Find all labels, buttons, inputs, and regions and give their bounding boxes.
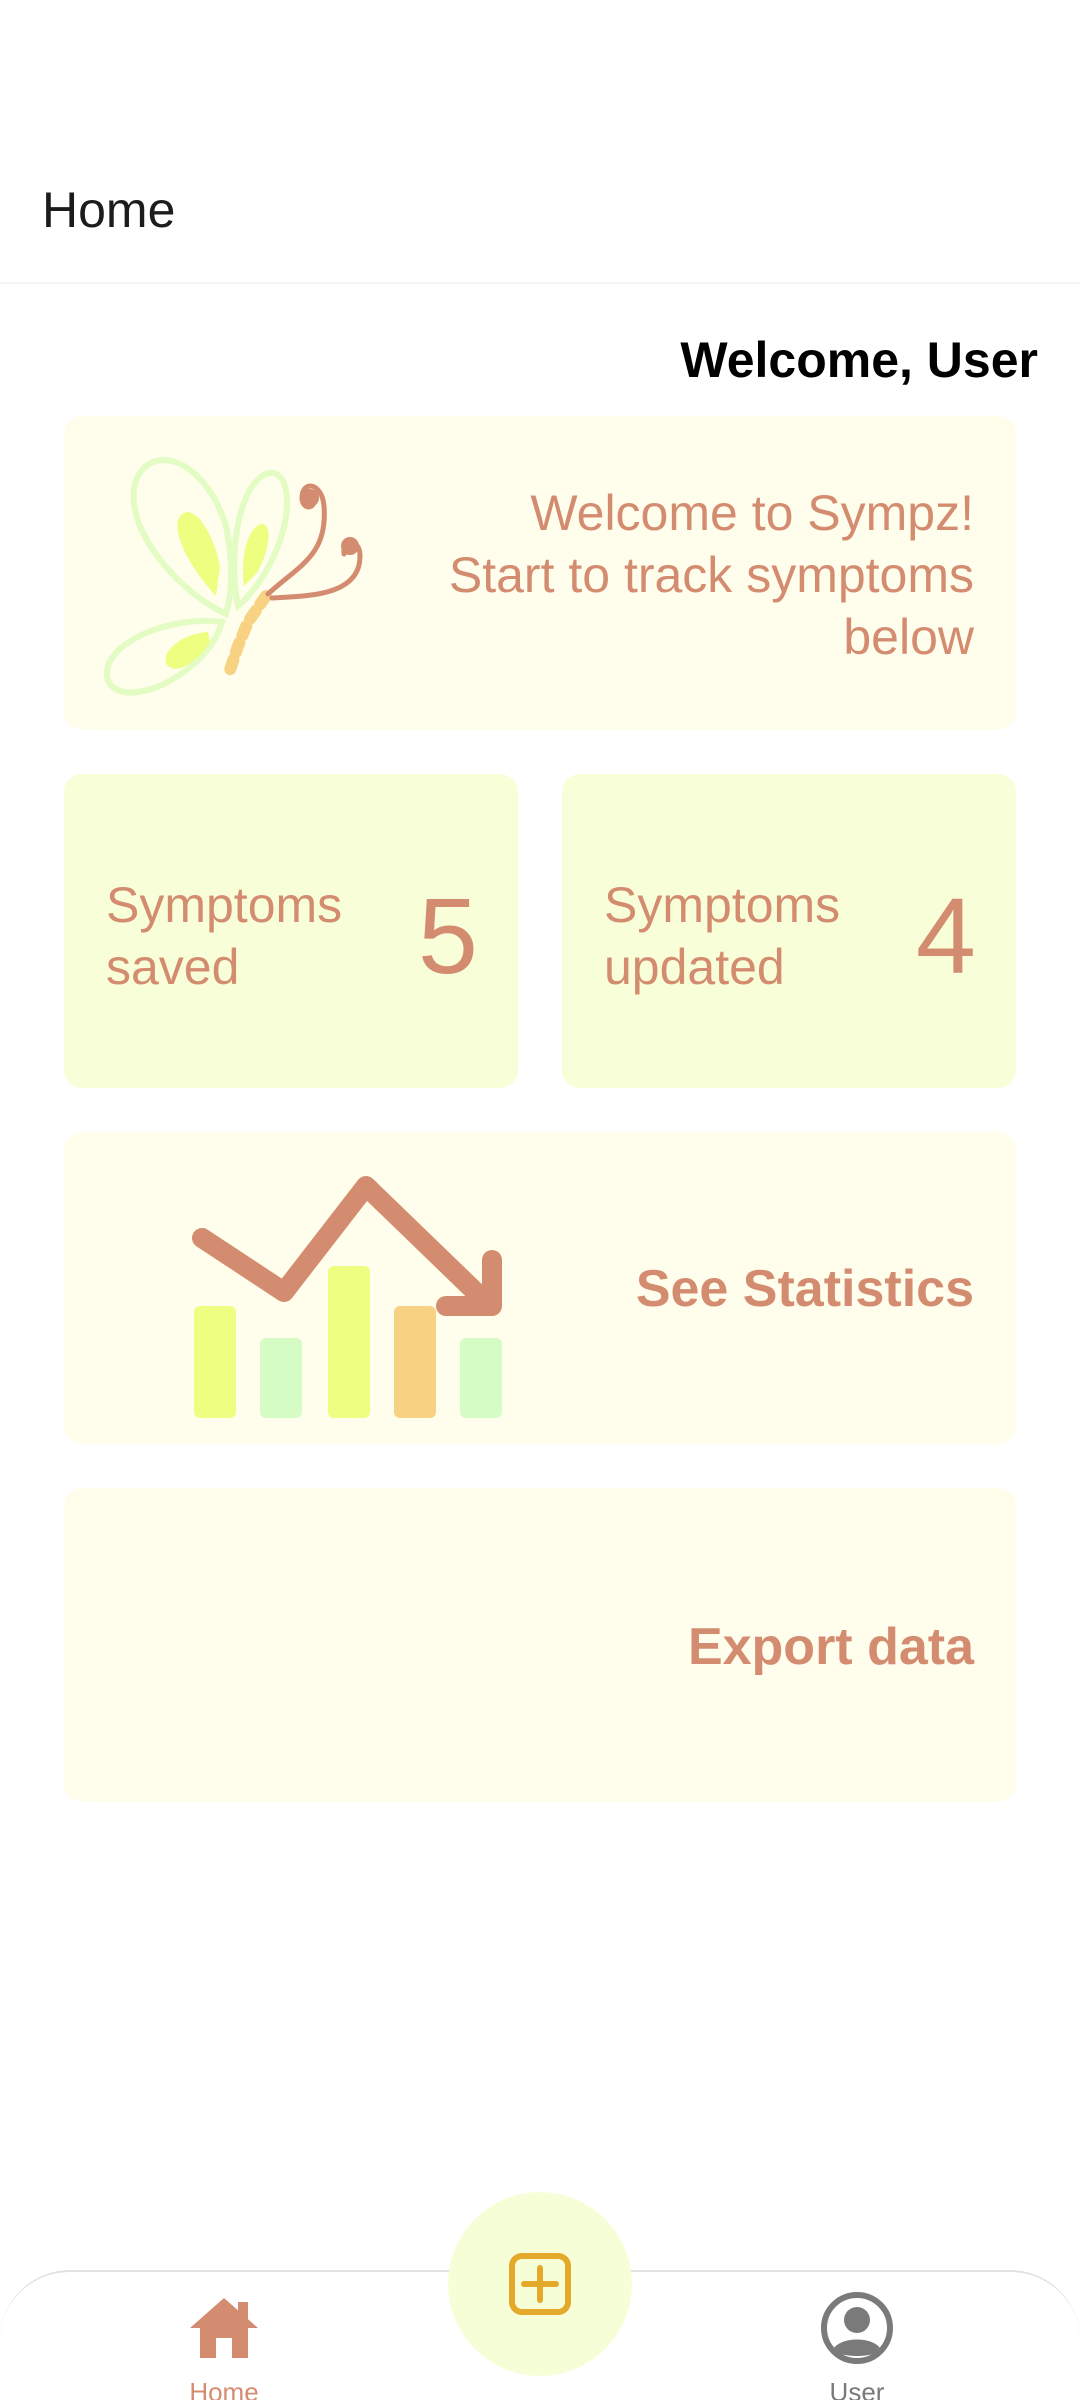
export-data-button[interactable]: Export data [64, 1488, 1016, 1802]
app-bar: Home [0, 0, 1080, 284]
welcome-message-line: Start to track symptoms [448, 547, 974, 603]
welcome-card: Welcome to Sympz! Start to track symptom… [64, 416, 1016, 730]
symptoms-updated-label: Symptoms updated [604, 874, 864, 998]
symptoms-saved-label: Symptoms saved [106, 874, 366, 998]
nav-user-label: User [829, 2377, 885, 2400]
page-title: Home [42, 182, 176, 238]
stat-label-line: Symptoms [604, 877, 841, 933]
stat-label-line: Symptoms [106, 877, 343, 933]
see-statistics-label: See Statistics [635, 1260, 974, 1318]
symptoms-saved-count: 5 [417, 875, 478, 996]
nav-user[interactable]: User [757, 2290, 957, 2400]
stat-label-line: saved [106, 939, 240, 995]
user-avatar-icon [821, 2292, 893, 2364]
welcome-message-line: below [843, 609, 974, 665]
symptoms-updated-count: 4 [915, 875, 976, 996]
add-square-icon [509, 2253, 571, 2315]
stat-label-line: updated [604, 939, 785, 995]
home-icon [190, 2298, 258, 2358]
symptoms-updated-card[interactable]: Symptoms updated 4 [562, 774, 1016, 1088]
trend-chart-icon [192, 1176, 502, 1418]
home-screen: Home Welcome, User Welcome to Sympz! Sta… [0, 0, 1080, 2400]
symptoms-saved-card[interactable]: Symptoms saved 5 [64, 774, 518, 1088]
welcome-message: Welcome to Sympz! Start to track symptom… [374, 482, 974, 668]
export-data-label: Export data [687, 1618, 974, 1676]
add-symptom-button[interactable] [448, 2192, 632, 2376]
nav-home-label: Home [189, 2377, 259, 2400]
welcome-message-line: Welcome to Sympz! [530, 485, 974, 541]
welcome-user-text: Welcome, User [680, 332, 1038, 388]
see-statistics-button[interactable]: See Statistics [64, 1132, 1016, 1444]
nav-home[interactable]: Home [124, 2290, 324, 2400]
butterfly-logo-icon [103, 457, 363, 696]
